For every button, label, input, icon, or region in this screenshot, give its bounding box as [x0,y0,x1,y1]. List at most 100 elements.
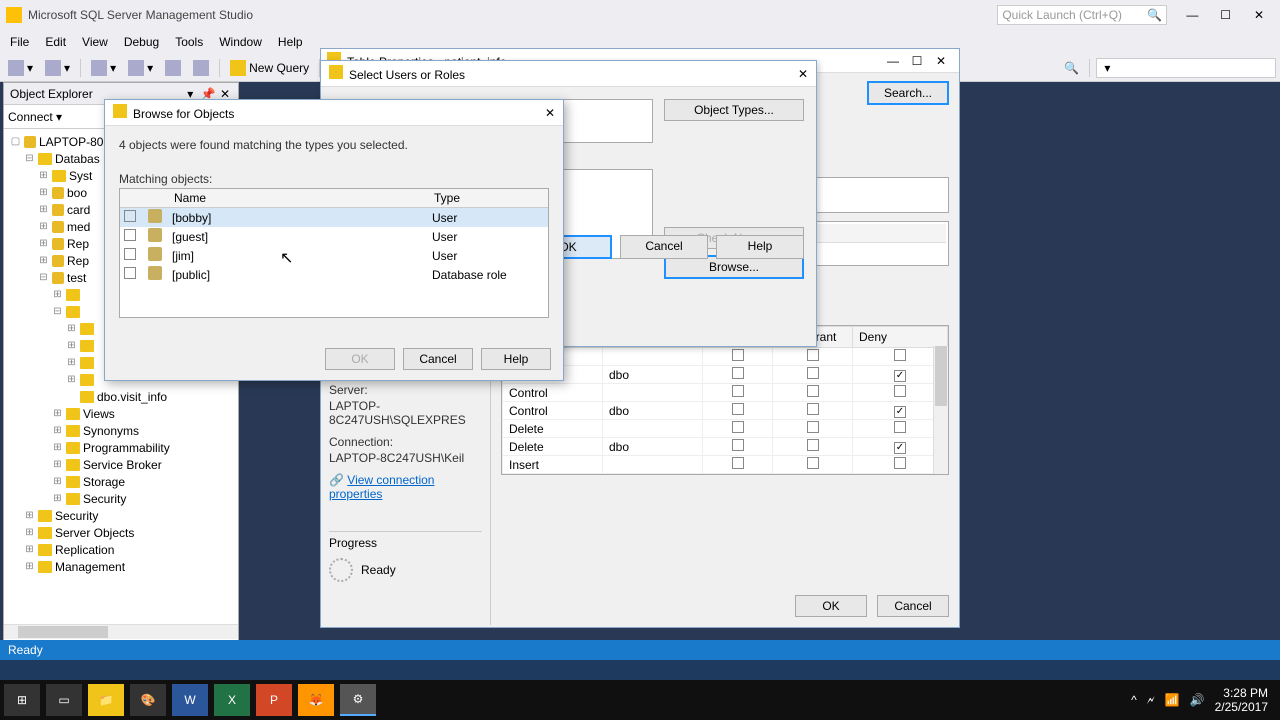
perm-checkbox[interactable] [807,385,819,397]
clock[interactable]: 3:28 PM 2/25/2017 [1215,686,1268,714]
toolbar-saveall[interactable] [189,58,213,78]
perm-row[interactable]: Deletedbo [503,438,948,456]
oe-h-scrollbar[interactable] [4,624,238,639]
perm-checkbox[interactable] [894,442,906,454]
toolbar-save[interactable] [161,58,185,78]
select-users-titlebar[interactable]: Select Users or Roles ✕ [321,61,816,87]
browse-cancel-button[interactable]: Cancel [403,348,473,370]
menu-file[interactable]: File [2,35,37,49]
browse-row[interactable]: [jim]User [120,246,548,265]
browse-ok-button[interactable]: OK [325,348,395,370]
perm-checkbox[interactable] [807,439,819,451]
ssms-taskbar-icon[interactable]: ⚙ [340,684,376,716]
toolbar-combo[interactable]: ▾ [1096,58,1276,78]
task-view-icon[interactable]: ▭ [46,684,82,716]
view-connection-link[interactable]: View connection properties [329,473,434,501]
select-help-button[interactable]: Help [716,235,804,259]
toolbar-find[interactable]: 🔍 [1060,59,1083,77]
toolbar-nav-fwd[interactable]: ▾ [41,58,74,78]
menu-edit[interactable]: Edit [37,35,74,49]
perm-checkbox[interactable] [807,403,819,415]
perm-grantor [603,420,703,438]
menu-help[interactable]: Help [270,35,311,49]
browse-titlebar[interactable]: Browse for Objects ✕ [105,100,563,126]
perm-row[interactable]: Delete [503,420,948,438]
menu-window[interactable]: Window [211,35,270,49]
row-name: [jim] [168,246,428,265]
volume-icon[interactable]: 🔊 [1190,693,1205,707]
object-types-button[interactable]: Object Types... [664,99,804,121]
perm-checkbox[interactable] [732,385,744,397]
tp-cancel-button[interactable]: Cancel [877,595,949,617]
tp-close[interactable]: ✕ [929,54,953,68]
wifi-icon[interactable]: 📶 [1165,693,1180,707]
perm-header-deny: Deny [853,327,948,348]
perm-checkbox[interactable] [732,403,744,415]
perm-name: Control [503,384,603,402]
perm-row[interactable]: Alter [503,348,948,366]
battery-icon[interactable]: 🗲 [1147,693,1155,708]
perm-checkbox[interactable] [894,349,906,361]
browse-row[interactable]: [guest]User [120,227,548,246]
paint-icon[interactable]: 🎨 [130,684,166,716]
menu-tools[interactable]: Tools [167,35,211,49]
perm-row[interactable]: Insert [503,456,948,474]
system-tray[interactable]: ^ 🗲 📶 🔊 3:28 PM 2/25/2017 [1131,686,1276,714]
perm-checkbox[interactable] [732,457,744,469]
perm-checkbox[interactable] [807,349,819,361]
excel-icon[interactable]: X [214,684,250,716]
tp-minimize[interactable]: — [881,54,905,68]
connect-button[interactable]: Connect ▾ [8,110,62,124]
new-query-button[interactable]: New Query [226,58,313,78]
minimize-button[interactable]: — [1177,8,1207,22]
tray-up-icon[interactable]: ^ [1131,693,1137,707]
perm-checkbox[interactable] [732,439,744,451]
row-checkbox[interactable] [124,229,136,241]
browse-help-button[interactable]: Help [481,348,551,370]
file-explorer-icon[interactable]: 📁 [88,684,124,716]
perm-row[interactable]: Controldbo [503,402,948,420]
search-button[interactable]: Search... [867,81,949,105]
perm-scrollbar[interactable] [933,346,948,474]
perm-checkbox[interactable] [894,370,906,382]
menu-view[interactable]: View [74,35,116,49]
perm-checkbox[interactable] [894,457,906,469]
browse-row[interactable]: [public]Database role [120,265,548,284]
row-checkbox[interactable] [124,248,136,260]
perm-checkbox[interactable] [732,349,744,361]
perm-checkbox[interactable] [807,457,819,469]
browse-close[interactable]: ✕ [545,106,555,120]
row-checkbox[interactable] [124,210,136,222]
row-checkbox[interactable] [124,267,136,279]
perm-row[interactable]: Alterdbo [503,366,948,384]
objects-list[interactable]: Name Type [bobby]User[guest]User[jim]Use… [119,188,549,318]
browse-row[interactable]: [bobby]User [120,208,548,228]
firefox-icon[interactable]: 🦊 [298,684,334,716]
perm-checkbox[interactable] [807,367,819,379]
perm-checkbox[interactable] [732,367,744,379]
toolbar-open[interactable]: ▾ [124,58,157,78]
tp-maximize[interactable]: ☐ [905,54,929,68]
maximize-button[interactable]: ☐ [1211,8,1241,22]
perm-checkbox[interactable] [894,385,906,397]
menu-debug[interactable]: Debug [116,35,167,49]
powerpoint-icon[interactable]: P [256,684,292,716]
perm-checkbox[interactable] [894,406,906,418]
word-icon[interactable]: W [172,684,208,716]
tp-ok-button[interactable]: OK [795,595,867,617]
perm-checkbox[interactable] [732,421,744,433]
perm-row[interactable]: Control [503,384,948,402]
perm-checkbox[interactable] [894,421,906,433]
start-button[interactable]: ⊞ [4,684,40,716]
select-cancel-button[interactable]: Cancel [620,235,708,259]
perm-grantor: dbo [603,402,703,420]
titlebar: Microsoft SQL Server Management Studio Q… [0,0,1280,30]
select-users-close[interactable]: ✕ [798,67,808,81]
toolbar-new-project[interactable]: ▾ [87,58,120,78]
perm-checkbox[interactable] [807,421,819,433]
close-button[interactable]: ✕ [1244,8,1274,22]
perm-name: Delete [503,420,603,438]
quick-launch-input[interactable]: Quick Launch (Ctrl+Q) 🔍 [997,5,1167,25]
permissions-grid[interactable]: Permission Grantor Grant With Grant Deny… [501,325,949,475]
toolbar-nav-back[interactable]: ▾ [4,58,37,78]
